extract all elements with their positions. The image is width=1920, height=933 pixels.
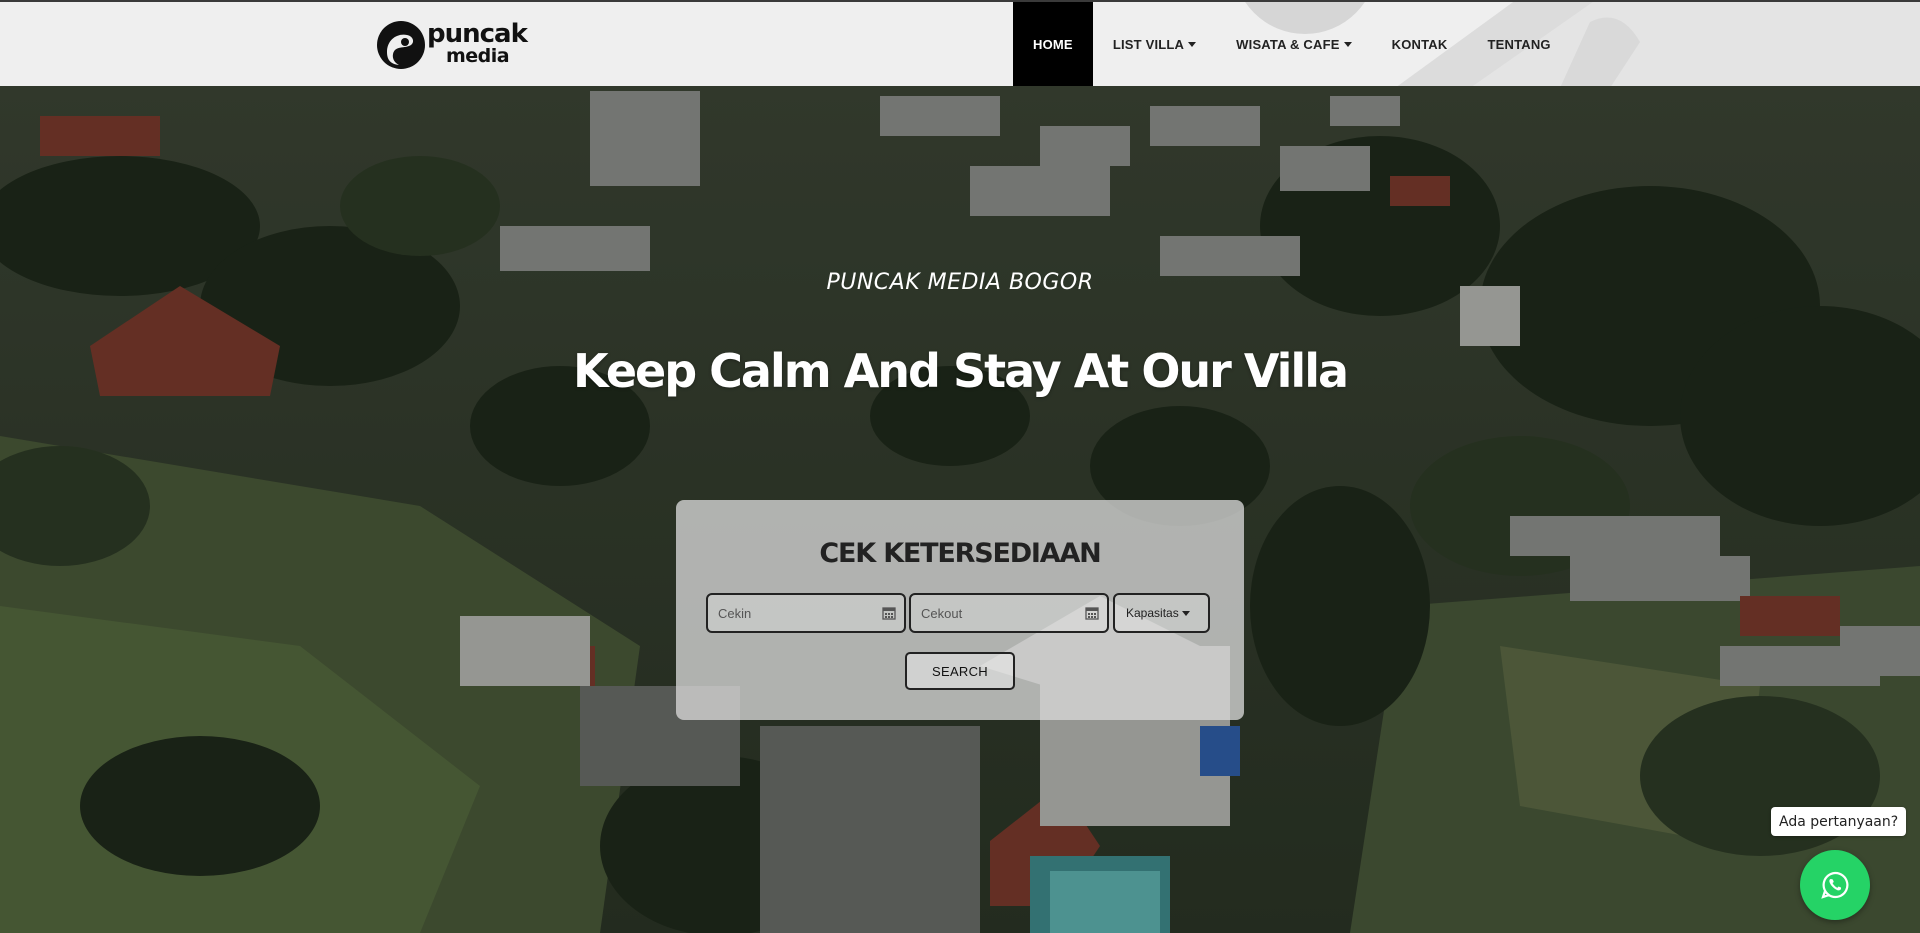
logo-word-puncak: puncak: [427, 19, 528, 49]
nav-tentang-label: TENTANG: [1487, 36, 1551, 52]
caret-down-icon: [1181, 611, 1190, 616]
header-decoration: [1245, 2, 1920, 86]
logo-word-media: media: [446, 45, 510, 67]
calendar-icon[interactable]: [882, 606, 896, 620]
hero-subtitle: PUNCAK MEDIA BOGOR: [826, 270, 1094, 295]
nav-home-label: HOME: [1033, 36, 1073, 52]
whatsapp-icon: [1821, 871, 1849, 899]
main-nav: HOME LIST VILLA WISATA & CAFE KONTAK TEN…: [1013, 2, 1571, 86]
caret-down-icon: [1343, 42, 1352, 47]
checkin-field[interactable]: [706, 593, 906, 633]
nav-list-villa-label: LIST VILLA: [1112, 36, 1185, 52]
whatsapp-button[interactable]: [1800, 850, 1870, 920]
availability-title: CEK KETERSEDIAAN: [819, 538, 1101, 569]
calendar-icon[interactable]: [1085, 606, 1099, 620]
nav-home[interactable]: HOME: [1013, 2, 1093, 86]
availability-form: CEK KETERSEDIAAN Kapasitas SEARCH: [676, 500, 1244, 720]
capacity-dropdown[interactable]: Kapasitas: [1113, 593, 1210, 633]
hero-title: Keep Calm And Stay At Our Villa: [572, 344, 1349, 398]
nav-kontak[interactable]: KONTAK: [1372, 2, 1468, 86]
logo-mark-icon: [377, 21, 425, 69]
nav-list-villa[interactable]: LIST VILLA: [1093, 2, 1216, 86]
capacity-label: Kapasitas: [1126, 606, 1179, 620]
whatsapp-tooltip: Ada pertanyaan?: [1771, 807, 1907, 836]
checkout-input[interactable]: [911, 595, 1107, 631]
nav-kontak-label: KONTAK: [1391, 36, 1448, 52]
nav-tentang[interactable]: TENTANG: [1467, 2, 1570, 86]
checkin-input[interactable]: [708, 595, 904, 631]
nav-wisata-cafe-label: WISATA & CAFE: [1236, 36, 1340, 52]
search-button[interactable]: SEARCH: [905, 652, 1015, 690]
nav-wisata-cafe[interactable]: WISATA & CAFE: [1216, 2, 1371, 86]
caret-down-icon: [1188, 42, 1197, 47]
site-logo[interactable]: puncak media: [375, 18, 528, 74]
checkout-field[interactable]: [909, 593, 1109, 633]
site-header: puncak media HOME LIST VILLA WISATA & CA…: [0, 0, 1920, 86]
hero-section: PUNCAK MEDIA BOGOR Keep Calm And Stay At…: [0, 86, 1920, 933]
